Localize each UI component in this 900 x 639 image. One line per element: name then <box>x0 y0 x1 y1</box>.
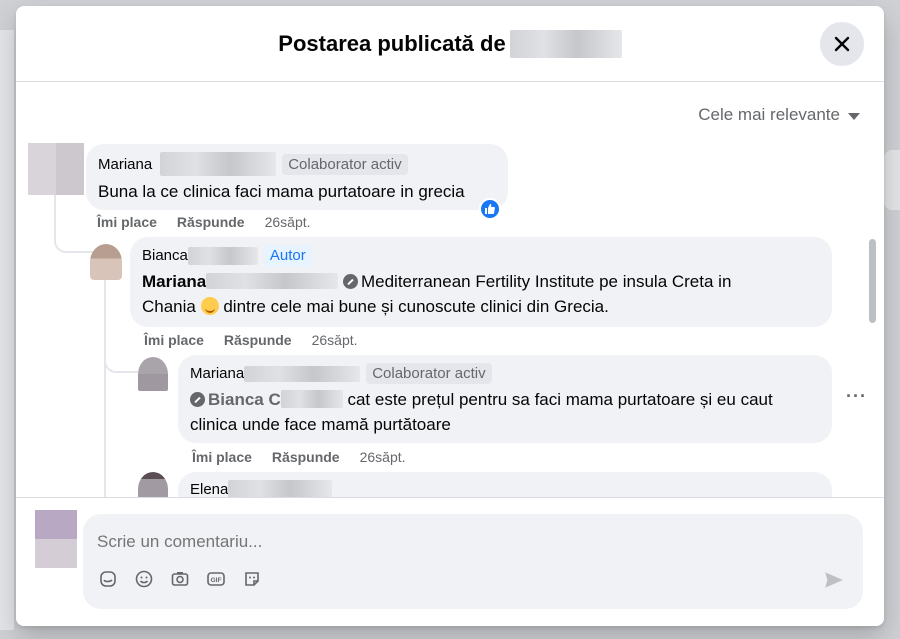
redacted-name <box>187 246 258 265</box>
verified-page-icon <box>342 274 358 289</box>
avatar[interactable] <box>90 244 122 280</box>
verified-page-icon <box>190 392 205 407</box>
redacted-name <box>280 390 343 408</box>
comment-composer: GIF <box>16 497 884 626</box>
sort-dropdown[interactable]: Cele mai relevante <box>698 105 860 125</box>
comment-bubble: Mariana Colaborator activ Buna la ce cli… <box>86 144 508 210</box>
contributor-badge: Colaborator activ <box>366 363 492 384</box>
author-badge: Autor <box>263 245 312 266</box>
dialog-title: Postarea publicată de <box>278 29 622 58</box>
commenter-name[interactable]: Bianca <box>142 247 188 264</box>
scrollbar-thumb[interactable] <box>869 239 876 323</box>
like-reaction-icon[interactable] <box>479 198 501 220</box>
sticker-icon[interactable] <box>97 568 119 590</box>
svg-text:GIF: GIF <box>211 577 222 584</box>
like-button[interactable]: Îmi place <box>97 214 157 230</box>
post-dialog: Postarea publicată de Cele mai relevante… <box>16 6 884 626</box>
composer-toolbar: GIF <box>97 568 263 590</box>
close-button[interactable] <box>820 22 864 66</box>
thread-line <box>104 279 106 497</box>
smile-emoji-icon <box>200 297 219 315</box>
avatar[interactable] <box>28 143 84 195</box>
mention-link[interactable]: Bianca C <box>208 390 281 409</box>
like-button[interactable]: Îmi place <box>192 449 252 465</box>
commenter-name[interactable]: Elena <box>190 481 228 498</box>
contributor-badge: Colaborator activ <box>282 153 408 175</box>
comment-bubble: Mariana Colaborator activ Bianca C cat e… <box>178 355 832 443</box>
reply-button[interactable]: Răspunde <box>272 449 340 465</box>
redacted-name <box>228 480 333 497</box>
avatar-sticker-icon[interactable] <box>241 568 263 590</box>
comment-bubble: Bianca Autor Mariana Mediterranean Ferti… <box>130 237 832 327</box>
comment-actions: Îmi place Răspunde 26săpt. <box>97 214 311 230</box>
comment-text: Buna la ce clinica faci mama purtatoare … <box>98 182 465 201</box>
comment-input[interactable] <box>97 532 697 552</box>
like-button[interactable]: Îmi place <box>144 332 204 348</box>
comment-actions: Îmi place Răspunde 26săpt. <box>192 449 406 465</box>
more-options-button[interactable]: ··· <box>846 386 867 407</box>
comment-bubble: Elena <box>178 472 832 497</box>
page-link[interactable]: Mediterranean Fertility Institute <box>361 272 594 291</box>
comment-timestamp[interactable]: 26săpt. <box>312 332 358 348</box>
camera-icon[interactable] <box>169 568 191 590</box>
redacted-name <box>244 365 361 382</box>
caret-down-icon <box>848 113 860 120</box>
avatar[interactable] <box>138 472 168 497</box>
commenter-name[interactable]: Mariana <box>98 156 152 173</box>
commenter-name[interactable]: Mariana <box>190 365 244 382</box>
comments-scroll-area[interactable]: Cele mai relevante Mariana Colaborator a… <box>16 83 884 497</box>
redacted-author-name <box>509 29 622 58</box>
avatar[interactable] <box>138 357 168 391</box>
thread-connector <box>104 343 138 373</box>
current-user-avatar[interactable] <box>35 510 77 568</box>
mention-link[interactable]: Mariana <box>142 272 206 291</box>
reply-button[interactable]: Răspunde <box>177 214 245 230</box>
comment-timestamp[interactable]: 26săpt. <box>265 214 311 230</box>
send-icon[interactable] <box>823 569 845 596</box>
comment-input-box[interactable]: GIF <box>83 514 863 609</box>
dialog-header: Postarea publicată de <box>16 6 884 82</box>
redacted-name <box>160 152 277 176</box>
close-icon <box>834 36 850 52</box>
reply-button[interactable]: Răspunde <box>224 332 292 348</box>
redacted-name <box>206 273 339 289</box>
gif-icon[interactable]: GIF <box>205 568 227 590</box>
thread-connector <box>54 213 94 253</box>
emoji-icon[interactable] <box>133 568 155 590</box>
comment-timestamp[interactable]: 26săpt. <box>360 449 406 465</box>
comment-actions: Îmi place Răspunde 26săpt. <box>144 332 358 348</box>
